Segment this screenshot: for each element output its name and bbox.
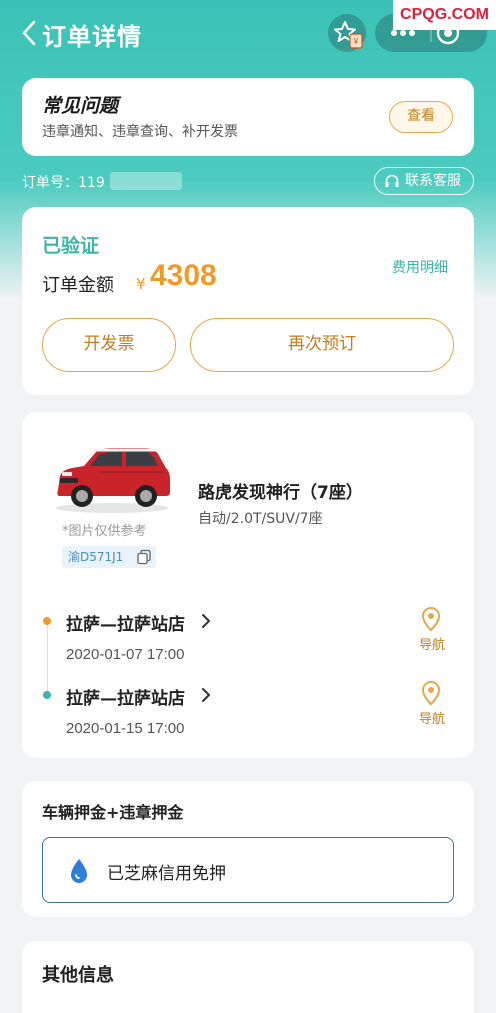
- site-watermark: CPQG.COM: [393, 0, 496, 30]
- chevron-right-icon[interactable]: [200, 686, 212, 704]
- deposit-status-text: 已芝麻信用免押: [107, 864, 226, 884]
- top-bar: 订单详情 ¥ CPQG.COM: [0, 0, 496, 70]
- return-time: 2020-01-15 17:00: [66, 720, 185, 737]
- faq-title: 常见问题: [42, 95, 119, 117]
- faq-card: 常见问题 违章通知、违章查询、补开发票 查看: [22, 78, 474, 156]
- other-info-title: 其他信息: [42, 965, 114, 986]
- pickup-navigate-button[interactable]: 导航: [416, 606, 448, 658]
- return-dot: [43, 691, 51, 699]
- deposit-status-box: 已芝麻信用免押: [42, 837, 454, 903]
- order-number: 订单号：119: [22, 175, 105, 191]
- back-button[interactable]: [18, 18, 42, 48]
- deposit-card: 车辆押金+违章押金 已芝麻信用免押: [22, 781, 474, 917]
- faq-subtitle: 违章通知、违章查询、补开发票: [42, 124, 238, 140]
- contact-service-button[interactable]: 联系客服: [374, 167, 474, 195]
- currency-symbol: ¥: [136, 275, 146, 293]
- return-location[interactable]: 拉萨—拉萨站店: [66, 684, 185, 709]
- other-info-card: 其他信息: [22, 941, 474, 1013]
- return-navigate-button[interactable]: 导航: [416, 680, 448, 732]
- copy-icon[interactable]: [136, 549, 152, 565]
- order-number-mask: [110, 172, 182, 190]
- invoice-button[interactable]: 开发票: [42, 318, 176, 372]
- car-spec: 自动/2.0T/SUV/7座: [198, 511, 323, 527]
- sesame-credit-icon: [71, 859, 87, 883]
- car-model-name: 路虎发现神行（7座）: [198, 483, 363, 503]
- chevron-left-icon: [22, 20, 36, 46]
- pickup-dot: [43, 617, 51, 625]
- deposit-title: 车辆押金+违章押金: [42, 803, 184, 822]
- fee-detail-link[interactable]: 费用明细: [392, 257, 448, 277]
- page-title: 订单详情: [42, 23, 142, 51]
- faq-view-button[interactable]: 查看: [389, 101, 453, 133]
- image-disclaimer: *图片仅供参考: [62, 524, 147, 539]
- status-label: 已验证: [42, 235, 100, 257]
- more-icon[interactable]: [391, 30, 415, 36]
- star-icon: ¥: [334, 21, 363, 49]
- car-image: [56, 448, 171, 513]
- order-status-card: 已验证 订单金额 ¥ 4308 费用明细 开发票 再次预订: [22, 207, 474, 395]
- navigate-label: 导航: [418, 638, 445, 653]
- navigate-label: 导航: [418, 712, 445, 727]
- svg-text:¥: ¥: [353, 37, 359, 46]
- pickup-time: 2020-01-07 17:00: [66, 646, 185, 663]
- location-pin-icon: [421, 606, 441, 632]
- favorite-button[interactable]: ¥: [328, 14, 366, 52]
- rebook-button[interactable]: 再次预订: [190, 318, 454, 372]
- location-pin-icon: [421, 680, 441, 706]
- timeline-line: [47, 622, 48, 696]
- chevron-right-icon[interactable]: [200, 612, 212, 630]
- headset-icon: [385, 174, 399, 187]
- order-amount: 4308: [150, 259, 217, 292]
- car-info-card: *图片仅供参考 渝D571J1 路虎发现神行（7座） 自动/2.0T/SUV/7…: [22, 412, 474, 758]
- order-amount-label: 订单金额: [42, 275, 114, 296]
- pickup-location[interactable]: 拉萨—拉萨站店: [66, 610, 185, 635]
- contact-service-label: 联系客服: [405, 173, 461, 189]
